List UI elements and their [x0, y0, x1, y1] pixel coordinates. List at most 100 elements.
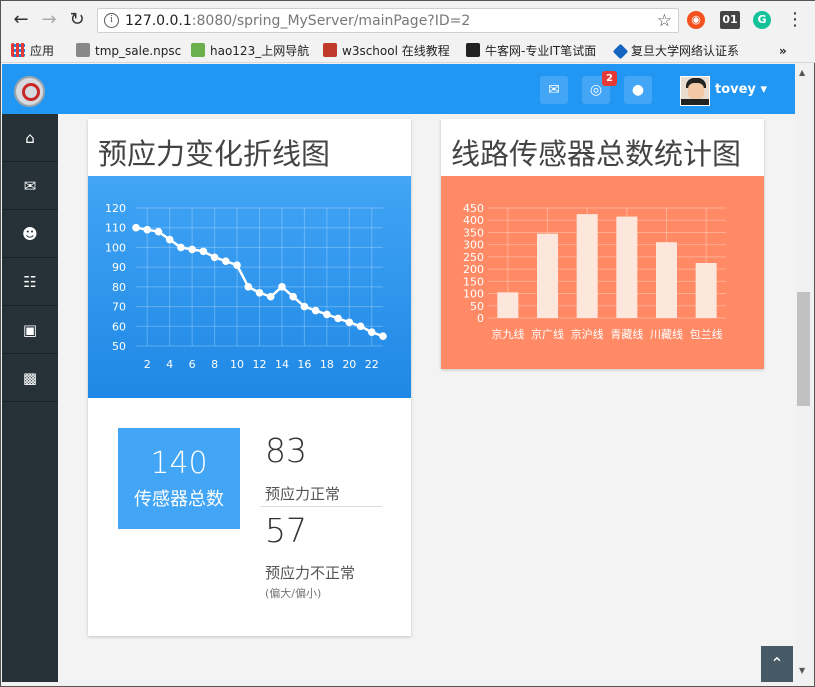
sidebar-item-user[interactable]: ☻	[2, 210, 58, 258]
y-tick-label: 0	[477, 312, 484, 325]
sidebar-item-sitemap[interactable]: ☷	[2, 258, 58, 306]
bar	[616, 216, 638, 318]
data-point	[255, 288, 264, 297]
browser-toolbar: ← → ↻ i 127.0.0.1:8080/spring_MyServer/m…	[1, 1, 815, 39]
data-point	[199, 247, 208, 256]
notification-badge: 2	[602, 71, 617, 86]
microphone-icon[interactable]: ●	[624, 76, 652, 104]
y-tick-label: 400	[463, 214, 484, 227]
bar-chart: 050100150200250300350400450 京九线 京广线 京沪线 青藏线…	[441, 176, 764, 369]
x-tick-label: 14	[275, 358, 289, 371]
data-point	[244, 283, 253, 291]
url-text: 127.0.0.1:8080/spring_MyServer/mainPage?…	[125, 13, 470, 29]
data-point	[289, 292, 297, 301]
x-tick-label: 京九线	[491, 327, 524, 341]
total-sensors-box: 140 传感器总数	[118, 428, 240, 529]
bookmark-label: 应用	[30, 44, 55, 58]
bookmark-nowcoder[interactable]: 牛客网-专业IT笔试面	[466, 42, 596, 60]
data-point	[300, 302, 309, 311]
avatar[interactable]	[680, 76, 710, 106]
sidebar: ⌂ ✉ ☻ ☷ ▣ ▩	[2, 114, 58, 682]
bar-chart-card: 线路传感器总数统计图 0 50 100 150 200 250 300 350 400 450 京…	[441, 119, 764, 369]
chat-icon[interactable]: ✉	[540, 76, 568, 104]
y-tick-label: 50	[470, 300, 484, 313]
chevron-up-icon: ⌃	[770, 654, 784, 673]
back-icon[interactable]: ←	[9, 8, 33, 32]
sitemap-icon: ☷	[23, 273, 37, 291]
bar	[497, 292, 519, 318]
extension-grammarly-icon[interactable]: G	[753, 11, 771, 29]
rss-icon: ▣	[22, 321, 38, 339]
sidebar-item-mail[interactable]: ✉	[2, 162, 58, 210]
user-menu[interactable]: tovey ▾	[715, 82, 767, 97]
bar	[656, 242, 677, 318]
username-label: tovey	[715, 82, 756, 97]
data-point	[334, 314, 342, 323]
bar-chart-icon: ▩	[22, 369, 38, 387]
bookmarks-more-icon[interactable]: »	[779, 42, 787, 60]
line-chart-title: 预应力变化折线图	[98, 137, 331, 171]
info-icon[interactable]: i	[104, 13, 119, 28]
x-tick-label: 京广线	[531, 327, 564, 341]
page-scrollbar[interactable]: ▲ ▼	[795, 64, 812, 682]
nowcoder-icon	[466, 43, 480, 57]
bookmark-w3school[interactable]: w3school 在线教程	[323, 42, 450, 60]
caret-down-icon: ▾	[760, 82, 767, 97]
bookmark-apps[interactable]: 应用	[11, 42, 54, 60]
data-point	[323, 310, 331, 319]
reload-icon[interactable]: ↻	[65, 8, 89, 32]
data-point	[278, 283, 286, 291]
railway-logo[interactable]	[14, 76, 45, 107]
y-tick-label: 60	[112, 320, 126, 333]
forward-icon[interactable]: →	[37, 8, 61, 32]
y-tick-label: 90	[112, 261, 126, 274]
data-point	[266, 292, 275, 301]
bookmark-star-icon[interactable]: ☆	[657, 11, 672, 31]
total-sensors-value: 140	[150, 446, 208, 481]
line-chart: 50 60 70 80 90 100 110 120 2 4 6 8 10 12 14 16 18 20 22	[88, 176, 411, 398]
address-bar[interactable]: i 127.0.0.1:8080/spring_MyServer/mainPag…	[97, 8, 679, 33]
menu-icon[interactable]: ⋮	[783, 8, 807, 32]
browser-window: ← → ↻ i 127.0.0.1:8080/spring_MyServer/m…	[0, 0, 815, 687]
total-sensors-label: 传感器总数	[134, 489, 224, 510]
normal-label: 预应力正常	[265, 485, 341, 503]
data-point	[356, 322, 365, 331]
back-to-top-button[interactable]: ⌃	[761, 646, 793, 682]
data-point	[345, 318, 354, 327]
extension-ublock-icon[interactable]: ◉	[687, 11, 705, 29]
x-tick-label: 川藏线	[650, 327, 683, 341]
x-tick-label: 20	[342, 358, 356, 371]
bookmark-label: w3school 在线教程	[342, 44, 450, 58]
line-chart-card: 预应力变化折线图 50 60 70 80 90 100 110 120 2 4 6 8 10 12 14 1…	[88, 119, 411, 636]
sidebar-item-chart[interactable]: ▩	[2, 354, 58, 402]
bookmark-tmp-sale[interactable]: tmp_sale.npsc	[76, 42, 181, 60]
y-tick-label: 100	[463, 288, 484, 301]
scroll-down-icon[interactable]: ▼	[799, 666, 805, 675]
envelope-icon: ✉	[23, 177, 37, 195]
x-tick-label: 2	[144, 358, 151, 371]
x-tick-label: 京沪线	[571, 327, 604, 341]
scroll-up-icon[interactable]: ▲	[799, 68, 805, 77]
bar	[695, 263, 717, 318]
data-point	[379, 332, 387, 340]
scrollbar-thumb[interactable]	[797, 292, 810, 406]
y-tick-label: 50	[112, 340, 126, 353]
extension-01-icon[interactable]: 01	[720, 11, 740, 29]
bookmarks-bar: 应用 tmp_sale.npsc hao123_上网导航 w3school 在线…	[1, 39, 815, 63]
y-tick-label: 100	[105, 241, 126, 254]
y-tick-label: 450	[463, 202, 484, 215]
x-tick-label: 包兰线	[690, 327, 723, 341]
data-point	[132, 223, 140, 232]
abnormal-value: 57	[265, 511, 307, 550]
data-point	[188, 245, 196, 254]
x-tick-label: 10	[230, 358, 244, 371]
user-icon: ☻	[22, 225, 38, 243]
bookmark-fudan[interactable]: 复旦大学网络认证系	[612, 42, 739, 60]
x-tick-label: 16	[297, 358, 311, 371]
page-icon	[76, 43, 90, 57]
sidebar-item-home[interactable]: ⌂	[2, 114, 58, 162]
x-tick-label: 22	[365, 358, 379, 371]
sidebar-item-rss[interactable]: ▣	[2, 306, 58, 354]
bookmark-hao123[interactable]: hao123_上网导航	[191, 42, 309, 60]
bookmark-label: 牛客网-专业IT笔试面	[485, 44, 597, 58]
